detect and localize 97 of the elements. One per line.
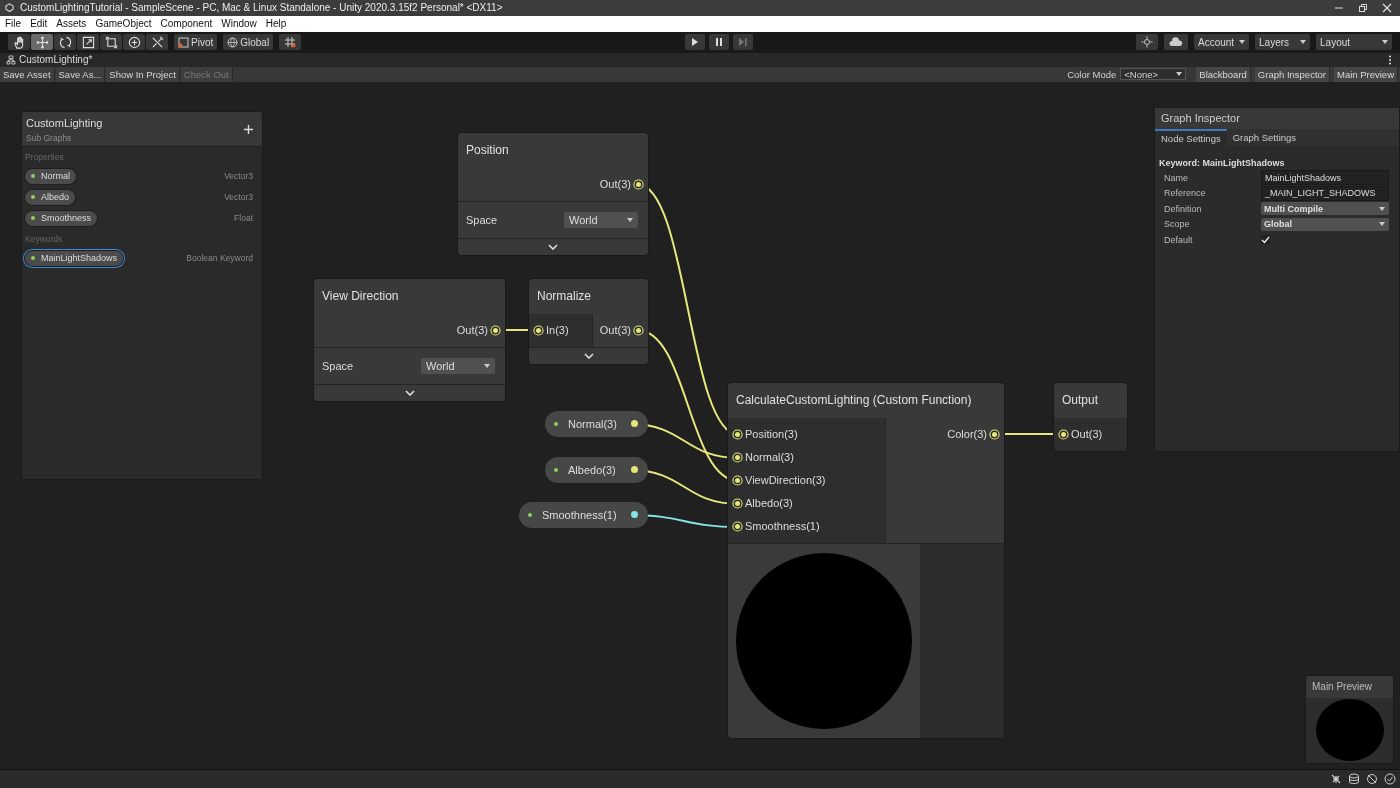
chevron-down-icon [583, 352, 594, 359]
rect-tool-icon[interactable] [100, 34, 122, 51]
port-dot[interactable] [631, 466, 638, 474]
item-type: Vector3 [224, 171, 253, 182]
blackboard-item[interactable]: Smoothness [25, 210, 98, 226]
menu-item[interactable]: Edit [30, 18, 48, 30]
blackboard-item[interactable]: Normal [25, 168, 76, 184]
item-type: Vector3 [224, 192, 253, 203]
graph-tab[interactable]: CustomLighting* [6, 54, 93, 66]
blackboard-item[interactable]: Albedo [25, 189, 76, 205]
menu-item[interactable]: GameObject [95, 18, 152, 30]
database-icon[interactable] [1348, 773, 1360, 785]
space-label: Space [466, 213, 498, 226]
main-preview-title: Main Preview [1306, 675, 1393, 698]
keyword-heading: Keyword: MainLightShadows [1159, 157, 1286, 168]
sun-icon [1141, 36, 1153, 49]
graph-node[interactable]: Normalize In(3) Out(3) [529, 278, 648, 364]
pivot-icon [178, 36, 189, 48]
blackboard-subtitle: Sub Graphs [26, 132, 73, 143]
menu-item[interactable]: File [5, 18, 22, 30]
hierarchy-icon [6, 54, 16, 65]
input-port[interactable]: Position(3) [728, 422, 885, 446]
item-type: Boolean Keyword [186, 253, 253, 264]
grid-snap-button[interactable] [279, 34, 302, 51]
space-label: Space [322, 359, 354, 372]
color-mode-label: Color Mode [1067, 68, 1117, 80]
property-node[interactable]: Normal(3) [545, 410, 648, 437]
property-node[interactable]: Albedo(3) [545, 456, 648, 483]
node-title: Output [1054, 382, 1127, 418]
layers-dropdown[interactable]: Layers [1255, 34, 1310, 51]
cloud-button[interactable] [1164, 34, 1188, 51]
color-mode-dropdown[interactable]: <None> [1120, 68, 1187, 81]
global-button[interactable]: Global [223, 34, 274, 51]
space-dropdown[interactable]: World [421, 357, 495, 374]
item-type: Float [234, 213, 253, 224]
pause-icon[interactable] [708, 34, 729, 51]
grid-icon [284, 36, 297, 49]
services-button[interactable] [1136, 34, 1158, 51]
graph-node[interactable]: Position Out(3) Space World [458, 132, 648, 255]
field-label: Reference [1163, 188, 1207, 199]
text-field[interactable]: _MAIN_LIGHT_SHADOWS [1261, 185, 1389, 201]
input-port[interactable]: Albedo(3) [728, 491, 885, 515]
move-tool-icon[interactable] [31, 34, 53, 51]
input-port[interactable]: Normal(3) [728, 445, 885, 469]
menu-item[interactable]: Window [221, 18, 257, 30]
field-label: Definition [1163, 203, 1203, 214]
dropdown-field[interactable]: Multi Compile [1261, 202, 1389, 216]
custom-tool-icon[interactable] [146, 34, 168, 51]
add-icon[interactable] [244, 125, 253, 135]
rotate-tool-icon[interactable] [54, 34, 76, 51]
section-heading: Keywords [25, 233, 64, 244]
checkbox[interactable] [1261, 235, 1270, 245]
step-icon[interactable] [732, 34, 753, 51]
input-port[interactable]: Smoothness(1) [728, 514, 885, 538]
graph-node[interactable]: Output Out(3) [1054, 382, 1127, 451]
account-dropdown[interactable]: Account [1194, 34, 1249, 51]
chevron-down-icon [548, 243, 558, 250]
field-label: Scope [1163, 219, 1191, 230]
graph-node[interactable]: CalculateCustomLighting (Custom Function) Position(3) Normal(3) ViewDirection(3) Albedo(3) Smoothness(1) Color(3) [728, 382, 1004, 738]
restore-icon[interactable] [1358, 3, 1368, 13]
scale-tool-icon[interactable] [77, 34, 99, 51]
space-dropdown[interactable]: World [564, 211, 638, 228]
field-label: Default [1163, 234, 1194, 245]
output-port[interactable]: Color(3) [940, 422, 1004, 446]
port-dot[interactable] [631, 420, 638, 428]
node-title: View Direction [314, 278, 505, 314]
pivot-button[interactable]: Pivot [174, 34, 218, 51]
graph-node[interactable]: View Direction Out(3) Space World [314, 278, 505, 401]
dropdown-field[interactable]: Global [1261, 217, 1389, 231]
text-field[interactable]: MainLightShadows [1261, 170, 1389, 186]
input-port[interactable]: Out(3) [1054, 422, 1127, 446]
field-label: Name [1163, 172, 1189, 183]
node-title: CalculateCustomLighting (Custom Function) [728, 382, 1004, 418]
blackboard-item[interactable]: MainLightShadows [25, 250, 124, 266]
transform-tool-icon[interactable] [123, 34, 145, 51]
node-title: Normalize [529, 278, 648, 314]
close-icon[interactable] [1382, 3, 1392, 13]
input-port[interactable]: ViewDirection(3) [728, 468, 885, 492]
inspector-tab[interactable]: Graph Settings [1226, 128, 1303, 146]
port-dot[interactable] [631, 511, 638, 519]
chevron-down-icon [404, 389, 415, 396]
node-title: Position [458, 132, 648, 168]
menu-item[interactable]: Component [160, 18, 213, 30]
globe-icon [227, 36, 239, 48]
hand-tool-icon[interactable] [8, 34, 30, 51]
cloud-icon [1169, 37, 1183, 48]
play-icon[interactable] [684, 34, 705, 51]
more-options-icon[interactable] [1388, 54, 1392, 65]
menu-item[interactable]: Help [265, 18, 287, 30]
property-node[interactable]: Smoothness(1) [519, 501, 648, 528]
layout-dropdown[interactable]: Layout [1316, 34, 1392, 51]
check-circle-icon[interactable] [1384, 773, 1396, 785]
menu-item[interactable]: Assets [56, 18, 87, 30]
inspector-title: Graph Inspector [1155, 107, 1399, 129]
input-port[interactable]: In(3) [529, 318, 592, 342]
window-title: CustomLightingTutorial - SampleScene - PC, Mac & Linux Standalone - Unity 2020.3.15f2 Personal* <DX11> [20, 2, 503, 14]
blackboard-title: CustomLighting [26, 116, 103, 129]
